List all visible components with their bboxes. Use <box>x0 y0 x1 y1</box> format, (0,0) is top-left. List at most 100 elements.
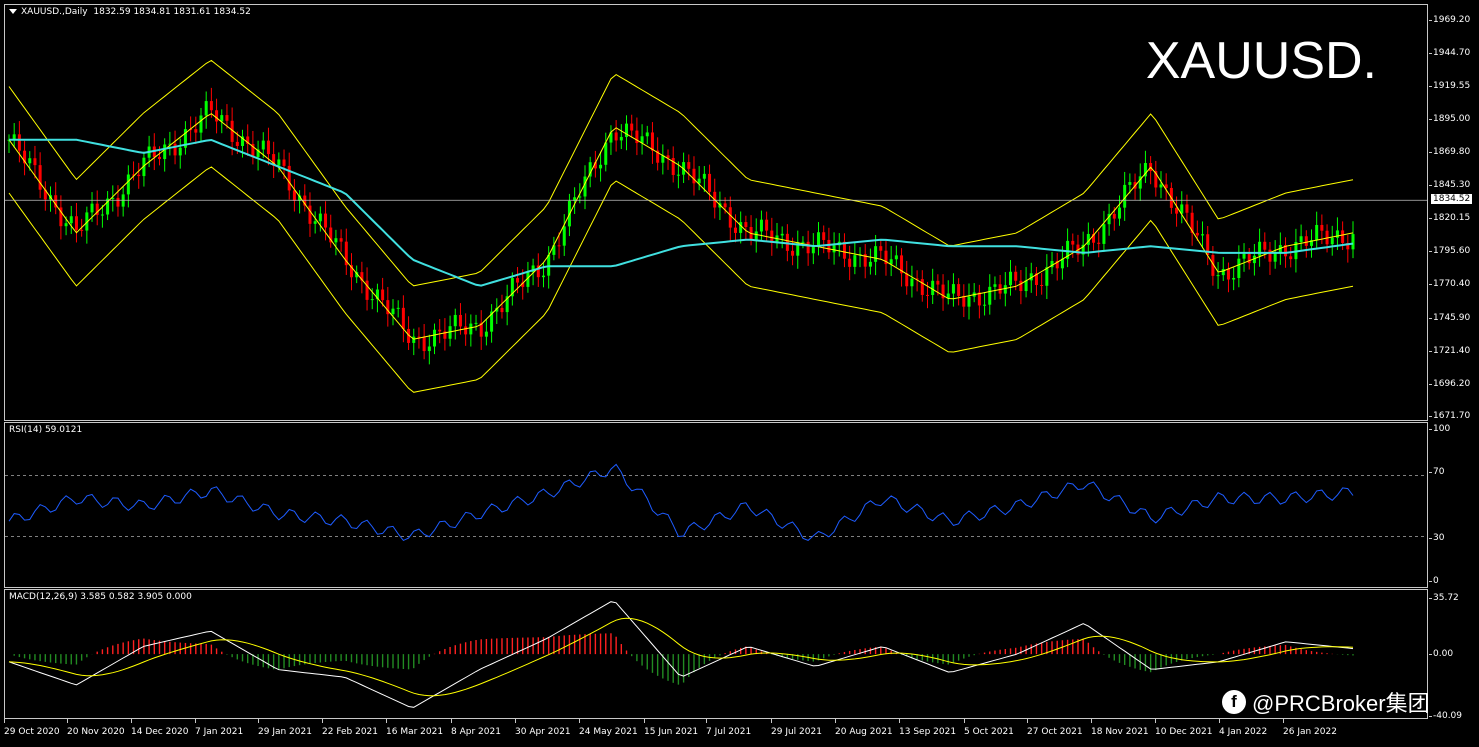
candle-body <box>396 307 400 309</box>
candle-body <box>1242 253 1246 259</box>
candle-body <box>925 294 929 296</box>
bollinger-middle <box>8 113 1354 340</box>
symbol-header[interactable]: XAUUSD.,Daily 1832.59 1834.81 1831.61 18… <box>9 7 251 17</box>
candle-body <box>1237 258 1241 278</box>
macd-tick: -40.09 <box>1428 711 1463 721</box>
price-tick: 1895.00 <box>1428 114 1471 124</box>
price-tick: 1969.20 <box>1428 15 1471 25</box>
candle-body <box>910 278 914 287</box>
candle-body <box>458 314 462 327</box>
candle-body <box>1117 207 1121 219</box>
candle-body <box>1289 256 1293 260</box>
candle-body <box>313 221 317 224</box>
candle-body <box>614 132 618 141</box>
candle-body <box>630 123 634 131</box>
symbol-title: XAUUSD. <box>1145 32 1377 90</box>
candle-body <box>318 213 322 222</box>
time-label: 27 Oct 2021 <box>1027 719 1083 737</box>
candle-body <box>599 164 603 169</box>
price-tick: 1869.80 <box>1428 147 1471 157</box>
candle-body <box>920 279 924 295</box>
candle-body <box>1341 230 1345 243</box>
chevron-down-icon[interactable] <box>9 9 17 14</box>
rsi-tick: 100 <box>1428 424 1451 434</box>
candle-body <box>17 134 21 151</box>
candle-body <box>116 197 120 207</box>
price-tick: 1820.15 <box>1428 213 1471 223</box>
candle-body <box>308 205 312 224</box>
candle-body <box>1071 240 1075 245</box>
current-price-tag: 1834.52 <box>1431 194 1473 204</box>
time-label: 29 Oct 2020 <box>4 719 60 737</box>
candle-body <box>261 140 265 150</box>
time-label: 7 Jul 2021 <box>706 719 752 737</box>
candle-body <box>365 280 369 300</box>
candle-body <box>1268 249 1272 262</box>
candle-body <box>178 147 182 156</box>
candle-body <box>806 241 810 254</box>
macd-pane[interactable]: MACD(12,26,9) 3.585 0.582 3.905 0.000 <box>4 589 1428 719</box>
candle-body <box>951 284 955 294</box>
candle-body <box>754 231 758 240</box>
time-label: 24 May 2021 <box>579 719 638 737</box>
price-chart-pane[interactable]: XAUUSD.,Daily 1832.59 1834.81 1831.61 18… <box>4 4 1428 421</box>
time-label: 13 Sep 2021 <box>899 719 957 737</box>
candle-body <box>905 273 909 287</box>
candle-body <box>324 213 328 228</box>
candle-body <box>464 326 468 335</box>
candle-body <box>69 216 73 224</box>
candle-body <box>645 132 649 137</box>
candle-body <box>64 223 68 227</box>
candle-body <box>708 173 712 192</box>
time-label: 5 Oct 2021 <box>964 719 1014 737</box>
macd-canvas <box>8 601 1354 708</box>
candle-body <box>702 173 706 179</box>
macd-tick: 35.72 <box>1429 593 1459 603</box>
candle-body <box>562 226 566 246</box>
candle-body <box>1216 275 1220 277</box>
time-label: 22 Feb 2021 <box>322 719 379 737</box>
candle-body <box>1263 241 1267 250</box>
time-label: 4 Jan 2022 <box>1219 719 1268 737</box>
time-axis: 29 Oct 2020 20 Nov 2020 14 Dec 2020 7 Ja… <box>4 719 1428 747</box>
price-tick: 1770.40 <box>1428 279 1471 289</box>
candle-body <box>676 174 680 176</box>
candle-body <box>412 336 416 343</box>
candle-body <box>1097 242 1101 244</box>
candle-body <box>848 258 852 267</box>
candle-body <box>817 232 821 247</box>
candle-body <box>1040 284 1044 286</box>
candle-body <box>266 140 270 155</box>
time-label: 7 Jan 2021 <box>195 719 244 737</box>
candle-body <box>936 280 940 285</box>
time-label: 18 Nov 2021 <box>1091 719 1149 737</box>
candle-body <box>469 323 473 335</box>
candle-body <box>209 101 213 111</box>
ohlc-values: 1832.59 1834.81 1831.61 1834.52 <box>93 7 251 17</box>
price-axis: 1969.20 1944.70 1919.55 1895.00 1869.80 … <box>1428 0 1479 747</box>
candle-body <box>157 156 161 160</box>
candle-body <box>199 115 203 133</box>
candle-body <box>687 162 691 169</box>
candle-body <box>1232 277 1236 280</box>
candle-body <box>391 308 395 315</box>
candle-body <box>728 207 732 228</box>
candle-body <box>1014 271 1018 281</box>
candle-body <box>1201 234 1205 236</box>
price-tick: 1845.30 <box>1428 180 1471 190</box>
candle-body <box>1185 204 1189 213</box>
candle-body <box>1351 234 1355 250</box>
candle-body <box>1009 271 1013 286</box>
candle-body <box>827 239 831 253</box>
candle-body <box>832 245 836 253</box>
candle-body <box>1315 224 1319 241</box>
candle-body <box>723 203 727 208</box>
candle-body <box>759 219 763 232</box>
bollinger-upper <box>8 59 1354 287</box>
candle-body <box>733 227 737 233</box>
candle-body <box>983 304 987 306</box>
candle-body <box>822 232 826 240</box>
candle-body <box>868 261 872 267</box>
rsi-pane[interactable]: RSI(14) 59.0121 <box>4 422 1428 588</box>
candle-body <box>1195 232 1199 236</box>
